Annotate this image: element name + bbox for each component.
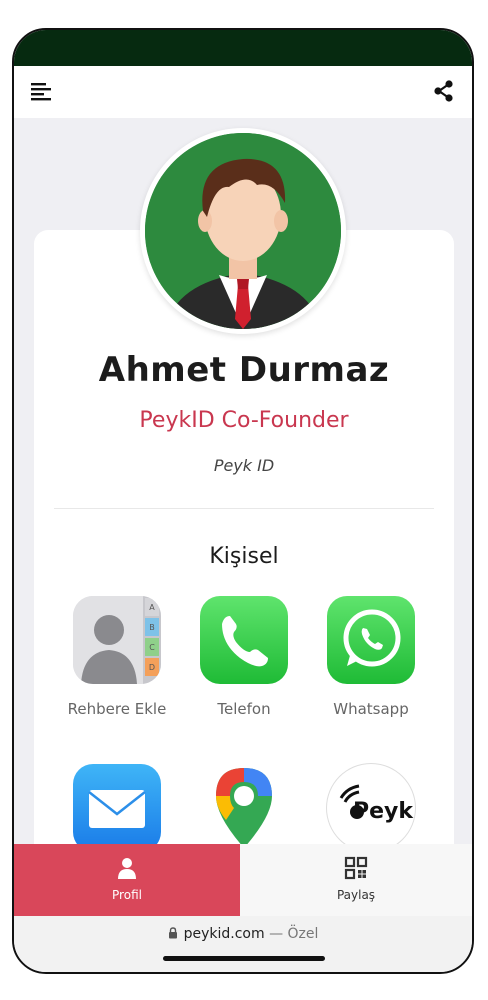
contacts-tab-b: B (149, 623, 155, 632)
tile-maps[interactable] (189, 764, 299, 844)
menu-icon[interactable] (30, 80, 52, 102)
divider (54, 508, 434, 509)
person-icon (118, 858, 136, 879)
google-maps-icon (200, 764, 288, 844)
lock-icon (168, 927, 177, 939)
profile-company: Peyk ID (213, 456, 275, 475)
browser-url-bar[interactable]: peykid.com — Özel (14, 916, 472, 972)
url-privacy: — Özel (269, 926, 319, 942)
avatar (145, 133, 341, 329)
status-bar (14, 30, 472, 66)
contacts-tab-d: D (149, 663, 155, 672)
bottom-nav: Profil Paylaş (14, 844, 472, 916)
home-indicator (163, 956, 325, 961)
qr-code-icon (344, 856, 368, 880)
tile-telefon[interactable]: Telefon (189, 596, 299, 724)
url-domain: peykid.com (183, 926, 265, 942)
app-header (14, 66, 472, 118)
tile-whatsapp[interactable]: Whatsapp (316, 596, 426, 724)
profile-content: Ahmet Durmaz PeykID Co-Founder Peyk ID K… (14, 118, 472, 844)
profile-name: Ahmet Durmaz (98, 350, 390, 390)
contacts-icon: A B C D (73, 596, 161, 684)
tile-label: Telefon (217, 700, 271, 718)
tile-mail[interactable] (62, 764, 172, 844)
profile-role: PeykID Co-Founder (139, 408, 349, 433)
mail-icon (73, 764, 161, 844)
nav-paylas-label: Paylaş (336, 888, 376, 902)
peyk-logo-icon: Peyk (327, 764, 415, 844)
url-text: peykid.com — Özel (14, 926, 472, 942)
avatar-frame (140, 128, 346, 334)
phone-icon (200, 596, 288, 684)
share-icon[interactable] (432, 79, 456, 103)
nav-paylas[interactable]: Paylaş (240, 844, 472, 916)
person-avatar-icon (145, 133, 341, 329)
peyk-logo-text: Peyk (353, 799, 414, 824)
nav-profil[interactable]: Profil (14, 844, 240, 916)
section-title: Kişisel (209, 544, 279, 569)
contacts-tab-c: C (149, 643, 155, 652)
contacts-tab-a: A (149, 603, 155, 612)
nav-profil-label: Profil (112, 888, 142, 902)
tile-label: Whatsapp (333, 700, 409, 718)
tile-peyk[interactable]: Peyk (316, 764, 426, 844)
tile-label: Rehbere Ekle (67, 700, 167, 718)
whatsapp-icon (327, 596, 415, 684)
phone-frame: Ahmet Durmaz PeykID Co-Founder Peyk ID K… (12, 28, 474, 974)
tile-rehbere-ekle[interactable]: A B C D Rehbere Ekle (62, 596, 172, 724)
